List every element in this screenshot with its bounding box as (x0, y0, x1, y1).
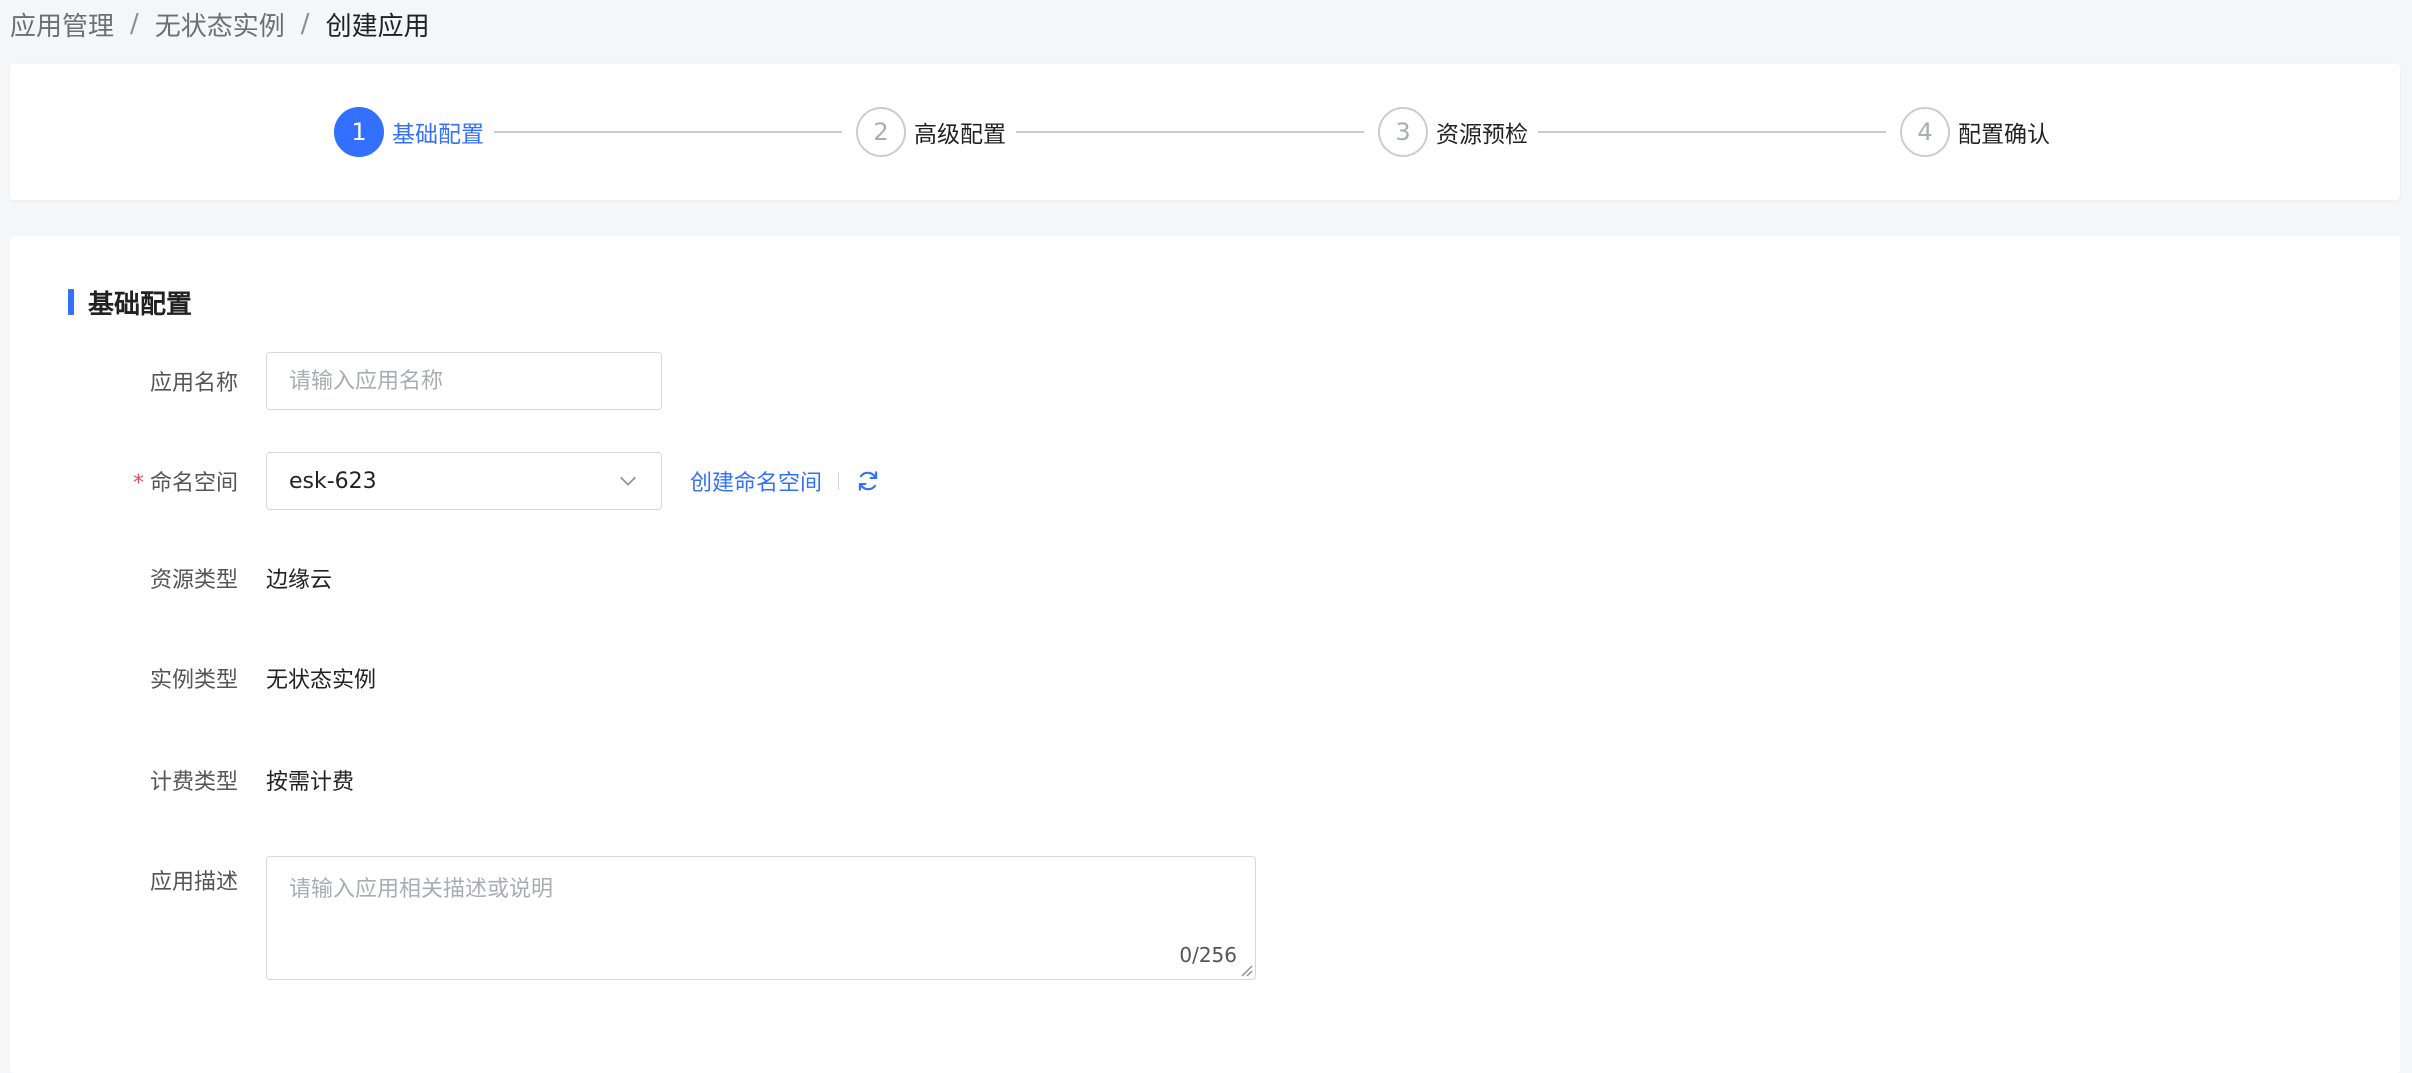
section-title-bar (68, 289, 74, 315)
namespace-select[interactable]: esk-623 (266, 452, 662, 510)
billing-type-label: 计费类型 (149, 770, 238, 795)
breadcrumb-item-app-management[interactable]: 应用管理 (10, 6, 114, 43)
step-number: 1 (334, 107, 384, 157)
step-connector (1538, 131, 1886, 133)
required-mark: * (132, 471, 144, 496)
form-row-billing-type: 计费类型 按需计费 (10, 756, 2400, 804)
namespace-label-text: 命名空间 (149, 471, 238, 496)
instance-type-value: 无状态实例 (266, 668, 377, 693)
form-row-resource-type: 资源类型 边缘云 (10, 554, 2400, 602)
step-label: 高级配置 (914, 122, 1006, 148)
description-label: 应用描述 (149, 870, 238, 895)
step-1: 1 基础配置 (334, 107, 484, 157)
form-row-instance-type: 实例类型 无状态实例 (10, 654, 2400, 702)
form-row-namespace: * 命名空间 esk-623 创建命名空间 (10, 452, 2400, 510)
step-4: 4 配置确认 (1900, 107, 2050, 157)
step-2: 2 高级配置 (856, 107, 1006, 157)
namespace-label: * 命名空间 (10, 465, 238, 497)
description-textarea[interactable] (267, 857, 1255, 979)
breadcrumb-current: 创建应用 (325, 11, 430, 42)
step-label: 基础配置 (392, 122, 484, 148)
create-namespace-link[interactable]: 创建命名空间 (690, 465, 822, 497)
breadcrumb-separator: / (130, 9, 139, 39)
breadcrumb-separator: / (300, 9, 310, 39)
step-number: 4 (1900, 107, 1950, 157)
step-connector (1016, 131, 1364, 133)
divider (838, 472, 840, 490)
form-row-app-name: 应用名称 (10, 352, 2400, 410)
step-label: 资源预检 (1436, 122, 1528, 148)
app-name-input[interactable] (266, 352, 662, 410)
breadcrumb-item-stateless[interactable]: 无状态实例 (155, 6, 285, 43)
form-card: 基础配置 应用名称 *命名空间 esk-623 创建命名空间 资源类型 边缘云 (10, 236, 2400, 1073)
breadcrumb: 应用管理 / 无状态实例 / 创建应用 (10, 6, 430, 42)
step-3: 3 资源预检 (1378, 107, 1528, 157)
billing-type-value: 按需计费 (266, 770, 355, 795)
refresh-icon[interactable] (855, 468, 881, 494)
chevron-down-icon (620, 476, 636, 486)
step-number: 2 (856, 107, 906, 157)
instance-type-label: 实例类型 (149, 668, 238, 693)
resource-type-label: 资源类型 (149, 568, 238, 593)
description-field: 0/256 (266, 856, 1256, 980)
app-name-label: 应用名称 (149, 371, 238, 396)
resource-type-value: 边缘云 (266, 568, 333, 593)
section-title: 基础配置 (68, 286, 193, 320)
step-label: 配置确认 (1958, 122, 2050, 148)
resize-grip-icon[interactable] (1239, 963, 1253, 977)
section-title-text: 基础配置 (88, 289, 193, 320)
step-connector (494, 131, 842, 133)
namespace-select-value: esk-623 (289, 468, 377, 494)
char-counter: 0/256 (1179, 943, 1237, 967)
step-number: 3 (1378, 107, 1428, 157)
